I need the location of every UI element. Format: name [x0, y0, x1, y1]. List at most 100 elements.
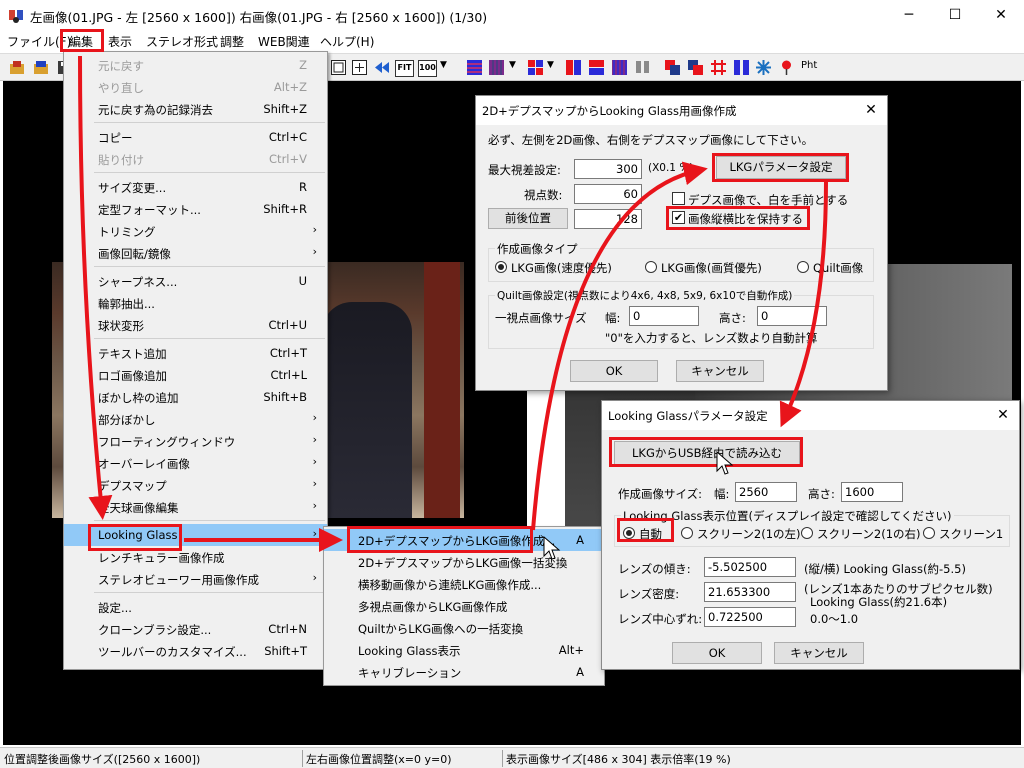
- glasses-icon[interactable]: [634, 59, 651, 76]
- edit-menu-item[interactable]: 球状変形 Ctrl+U: [64, 314, 327, 336]
- radio-screen1[interactable]: [923, 527, 935, 539]
- anaglyph-icon[interactable]: [664, 59, 681, 76]
- open-icon[interactable]: [9, 59, 26, 76]
- edit-menu-item[interactable]: 輪郭抽出...: [64, 292, 327, 314]
- lens-slope-input[interactable]: -5.502500: [704, 557, 796, 577]
- edit-menu-item-label: やり直し: [98, 81, 144, 95]
- menu-web[interactable]: WEB関連: [258, 33, 310, 50]
- edit-menu-item[interactable]: ステレオビューワー用画像作成 ›: [64, 568, 327, 590]
- pin-icon[interactable]: [778, 59, 795, 76]
- params-close-button[interactable]: ✕: [987, 401, 1019, 430]
- edit-menu-item-shortcut: Ctrl+L: [270, 368, 307, 382]
- center-icon[interactable]: [351, 59, 368, 76]
- lkg-menu-item[interactable]: 横移動画像から連続LKG画像作成...: [324, 573, 604, 595]
- zoom-100-button[interactable]: 100: [418, 60, 437, 77]
- create-cancel-button[interactable]: キャンセル: [676, 360, 764, 382]
- lkg-menu-item[interactable]: 2D+デプスマップからLKG画像一括変換: [324, 551, 604, 573]
- stereo-mode-3-icon[interactable]: [527, 59, 544, 76]
- depth-white-front-checkbox[interactable]: [672, 192, 685, 205]
- radio-screen2-left[interactable]: [681, 527, 693, 539]
- edit-menu-item-label: テキスト追加: [98, 347, 167, 361]
- stereo-lr-icon[interactable]: [565, 59, 582, 76]
- params-height-input[interactable]: 1600: [841, 482, 903, 502]
- instruction-text: 必ず、左側を2D画像、右側をデプスマップ画像にして下さい。: [488, 133, 814, 147]
- edit-menu-item[interactable]: サイズ変更... R: [64, 176, 327, 198]
- edit-menu-item-shortcut: Alt+Z: [273, 80, 307, 94]
- pht-button[interactable]: Pht: [801, 60, 821, 77]
- stereo-dropdown-icon[interactable]: ▼: [509, 60, 526, 77]
- menu-stereo-format[interactable]: ステレオ形式: [146, 33, 218, 50]
- quilt-width-input[interactable]: 0: [629, 306, 699, 326]
- radio-lkg-quality-label: LKG画像(画質優先): [661, 261, 762, 275]
- stereo-mode-2-icon[interactable]: [488, 59, 505, 76]
- lens-density-input[interactable]: 21.653300: [704, 582, 796, 602]
- edit-menu-item[interactable]: オーバーレイ画像 ›: [64, 452, 327, 474]
- quilt-height-input[interactable]: 0: [757, 306, 827, 326]
- stereo-mode-1-icon[interactable]: [466, 59, 483, 76]
- stereo-dropdown-2-icon[interactable]: ▼: [547, 60, 564, 77]
- snowflake-icon[interactable]: [755, 59, 772, 76]
- position-input[interactable]: 128: [574, 209, 642, 229]
- menu-separator: [94, 122, 325, 123]
- edit-menu-item[interactable]: シャープネス... U: [64, 270, 327, 292]
- lens-offset-hint: 0.0〜1.0: [810, 612, 859, 626]
- params-cancel-button[interactable]: キャンセル: [774, 642, 864, 664]
- position-button[interactable]: 前後位置: [488, 208, 568, 229]
- fit-window-icon[interactable]: [330, 59, 347, 76]
- zoom-dropdown-icon[interactable]: ▼: [440, 60, 457, 77]
- stereo-interlace-icon[interactable]: [611, 59, 628, 76]
- pillar-shape: [424, 262, 460, 518]
- edit-menu-item-shortcut: Ctrl+V: [269, 152, 307, 166]
- edit-menu-item[interactable]: 画像回転/鏡像 ›: [64, 242, 327, 264]
- menu-view[interactable]: 表示: [108, 33, 132, 50]
- create-ok-button[interactable]: OK: [570, 360, 658, 382]
- edit-menu-item[interactable]: 定型フォーマット... Shift+R: [64, 198, 327, 220]
- edit-menu-item[interactable]: 貼り付け Ctrl+V: [64, 148, 327, 170]
- edit-menu-item[interactable]: テキスト追加 Ctrl+T: [64, 342, 327, 364]
- params-width-input[interactable]: 2560: [735, 482, 797, 502]
- edit-menu-item[interactable]: ロゴ画像追加 Ctrl+L: [64, 364, 327, 386]
- grid-icon[interactable]: [710, 59, 727, 76]
- radio-lkg-speed[interactable]: [495, 261, 507, 273]
- edit-menu-item[interactable]: ぼかし枠の追加 Shift+B: [64, 386, 327, 408]
- edit-menu-item[interactable]: 部分ぼかし ›: [64, 408, 327, 430]
- params-ok-button[interactable]: OK: [672, 642, 762, 664]
- radio-quilt[interactable]: [797, 261, 809, 273]
- lkg-menu-item[interactable]: QuiltからLKG画像への一括変換: [324, 617, 604, 639]
- edit-menu-item[interactable]: フローティングウィンドウ ›: [64, 430, 327, 452]
- edit-menu-item[interactable]: クローンブラシ設定... Ctrl+N: [64, 618, 327, 640]
- maximize-button[interactable]: ☐: [932, 0, 978, 31]
- viewpoints-input[interactable]: 60: [574, 184, 642, 204]
- radio-lkg-quality[interactable]: [645, 261, 657, 273]
- edit-menu-item[interactable]: やり直し Alt+Z: [64, 76, 327, 98]
- lkg-menu-item-shortcut: Alt+: [558, 643, 584, 657]
- menu-adjust[interactable]: 調整: [220, 33, 244, 50]
- edit-menu-item[interactable]: 元に戻す Z: [64, 54, 327, 76]
- app-icon: [9, 10, 23, 23]
- fit-button[interactable]: FIT: [395, 60, 414, 77]
- lkg-menu-item[interactable]: キャリブレーション A: [324, 661, 604, 683]
- edit-menu-item[interactable]: ツールバーのカスタマイズ... Shift+T: [64, 640, 327, 662]
- edit-menu-item-label: 画像回転/鏡像: [98, 247, 171, 261]
- max-parallax-input[interactable]: 300: [574, 159, 642, 179]
- menu-help[interactable]: ヘルプ(H): [320, 33, 374, 50]
- rewind-icon[interactable]: [373, 59, 390, 76]
- edit-menu-item[interactable]: 全天球画像編集 ›: [64, 496, 327, 518]
- stereo-tb-icon[interactable]: [588, 59, 605, 76]
- menu-separator: [94, 172, 325, 173]
- edit-menu-item[interactable]: デプスマップ ›: [64, 474, 327, 496]
- swap-icon[interactable]: [687, 59, 704, 76]
- edit-menu-item[interactable]: コピー Ctrl+C: [64, 126, 327, 148]
- lkg-menu-item[interactable]: 多視点画像からLKG画像作成: [324, 595, 604, 617]
- edit-menu-item[interactable]: 元に戻す為の記録消去 Shift+Z: [64, 98, 327, 120]
- dialog-close-button[interactable]: ✕: [855, 96, 887, 125]
- open-stereo-icon[interactable]: [33, 59, 50, 76]
- edit-menu-item[interactable]: 設定...: [64, 596, 327, 618]
- minimize-button[interactable]: ─: [886, 0, 932, 31]
- close-button[interactable]: ✕: [978, 0, 1024, 31]
- lens-offset-input[interactable]: 0.722500: [704, 607, 796, 627]
- lkg-menu-item[interactable]: Looking Glass表示 Alt+: [324, 639, 604, 661]
- radio-screen2-right[interactable]: [801, 527, 813, 539]
- split-icon[interactable]: [733, 59, 750, 76]
- edit-menu-item[interactable]: トリミング ›: [64, 220, 327, 242]
